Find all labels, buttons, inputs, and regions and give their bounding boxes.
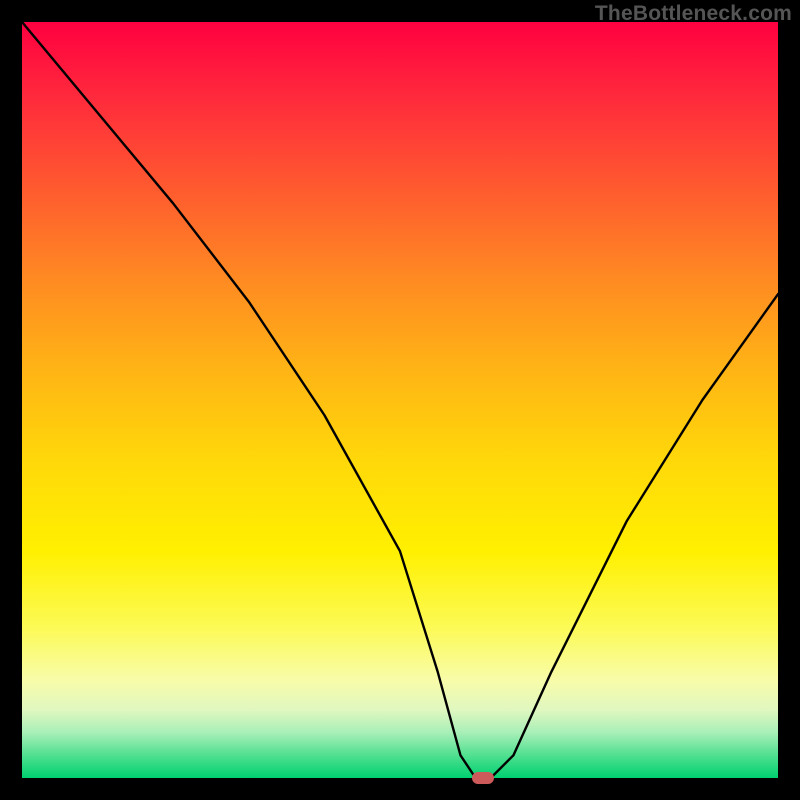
plot-area [22,22,778,778]
bottleneck-curve [22,22,778,778]
watermark-text: TheBottleneck.com [595,2,792,26]
chart-frame: TheBottleneck.com [0,0,800,800]
minimum-marker [472,772,495,784]
